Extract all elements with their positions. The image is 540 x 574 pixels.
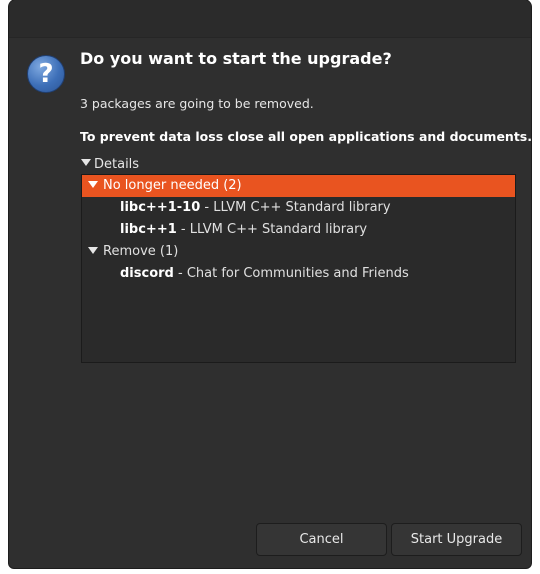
packages-removed-text: 3 packages are going to be removed. bbox=[80, 96, 314, 111]
expand-triangle-icon[interactable] bbox=[88, 181, 98, 188]
cancel-button[interactable]: Cancel bbox=[256, 523, 387, 556]
package-description: - LLVM C++ Standard library bbox=[176, 222, 368, 237]
expand-triangle-icon bbox=[81, 159, 91, 166]
package-description: - Chat for Communities and Friends bbox=[173, 266, 409, 281]
package-name: libc++1-10 bbox=[120, 200, 201, 215]
details-expander[interactable]: Details bbox=[81, 157, 139, 172]
package-name: libc++1 bbox=[120, 222, 177, 237]
tree-group-remove[interactable]: Remove (1) bbox=[82, 241, 515, 263]
question-glyph: ? bbox=[38, 59, 54, 89]
start-upgrade-button[interactable]: Start Upgrade bbox=[391, 523, 522, 556]
question-icon: ? bbox=[27, 55, 65, 93]
upgrade-dialog: ? Do you want to start the upgrade? 3 pa… bbox=[9, 0, 531, 568]
dialog-heading: Do you want to start the upgrade? bbox=[80, 49, 392, 68]
tree-row-package[interactable]: libc++1-10 - LLVM C++ Standard library bbox=[82, 197, 515, 219]
details-label: Details bbox=[94, 157, 140, 172]
package-description: - LLVM C++ Standard library bbox=[200, 200, 391, 215]
expand-triangle-icon[interactable] bbox=[88, 247, 98, 254]
group-label: No longer needed (2) bbox=[103, 178, 242, 193]
group-label: Remove (1) bbox=[103, 244, 179, 259]
tree-row-package[interactable]: discord - Chat for Communities and Frien… bbox=[82, 263, 515, 285]
dialog-titlebar[interactable] bbox=[9, 0, 531, 38]
data-loss-warning: To prevent data loss close all open appl… bbox=[80, 129, 531, 144]
package-tree[interactable]: No longer needed (2) libc++1-10 - LLVM C… bbox=[81, 174, 516, 363]
tree-group-no-longer-needed[interactable]: No longer needed (2) bbox=[82, 175, 515, 197]
tree-row-package[interactable]: libc++1 - LLVM C++ Standard library bbox=[82, 219, 515, 241]
package-name: discord bbox=[120, 266, 174, 281]
